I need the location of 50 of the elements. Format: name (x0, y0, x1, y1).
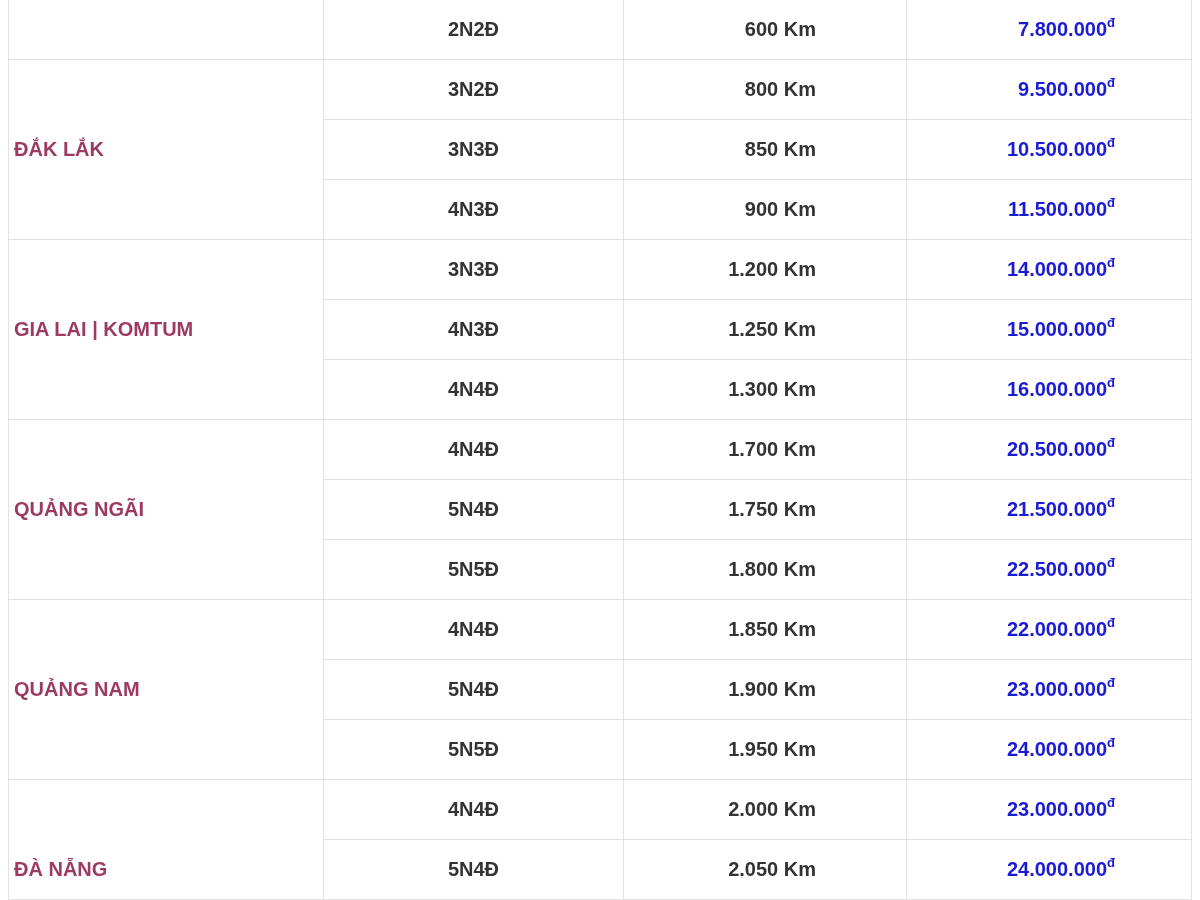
duration-cell: 3N2Đ (323, 59, 624, 120)
region-name: ĐẮK LẮK (14, 138, 104, 161)
price-cell: 16.000.000$^{đ}$ (906, 359, 1192, 420)
price-cell: 22.500.000$^{đ}$ (906, 539, 1192, 600)
price-cell: 11.500.000$^{đ}$ (906, 179, 1192, 240)
price-cell: 21.500.000$^{đ}$ (906, 479, 1192, 540)
price-cell: 10.500.000$^{đ}$ (906, 119, 1192, 180)
distance-cell: 1.200 Km (623, 239, 907, 300)
duration-cell: 3N3Đ (323, 239, 624, 300)
duration-cell: 2N2Đ (323, 0, 624, 60)
distance-cell: 900 Km (623, 179, 907, 240)
distance-cell: 2.050 Km (623, 839, 907, 900)
duration-cell: 5N4Đ (323, 479, 624, 540)
distance-cell: 1.850 Km (623, 599, 907, 660)
price-cell: 23.000.000$^{đ}$ (906, 659, 1192, 720)
distance-cell: 1.750 Km (623, 479, 907, 540)
duration-cell: 4N4Đ (323, 359, 624, 420)
price-cell: 15.000.000$^{đ}$ (906, 299, 1192, 360)
duration-cell: 5N5Đ (323, 539, 624, 600)
duration-cell: 4N4Đ (323, 599, 624, 660)
region-name: ĐÀ NẴNG (14, 858, 108, 881)
duration-cell: 4N3Đ (323, 179, 624, 240)
distance-cell: 1.250 Km (623, 299, 907, 360)
price-cell: 20.500.000$^{đ}$ (906, 419, 1192, 480)
distance-cell: 1.900 Km (623, 659, 907, 720)
distance-cell: 600 Km (623, 0, 907, 60)
price-cell: 9.500.000$^{đ}$ (906, 59, 1192, 120)
duration-cell: 3N3Đ (323, 119, 624, 180)
distance-cell: 2.000 Km (623, 779, 907, 840)
region-name: QUẢNG NAM (14, 678, 140, 701)
distance-cell: 850 Km (623, 119, 907, 180)
region-name: QUẢNG NGÃI (14, 498, 144, 521)
duration-cell: 5N4Đ (323, 659, 624, 720)
duration-cell: 5N4Đ (323, 839, 624, 900)
distance-cell: 1.800 Km (623, 539, 907, 600)
duration-cell: 4N3Đ (323, 299, 624, 360)
price-cell: 7.800.000$^{đ}$ (906, 0, 1192, 60)
duration-cell: 4N4Đ (323, 419, 624, 480)
distance-cell: 1.700 Km (623, 419, 907, 480)
duration-cell: 5N5Đ (323, 719, 624, 780)
distance-cell: 800 Km (623, 59, 907, 120)
price-cell: 22.000.000$^{đ}$ (906, 599, 1192, 660)
price-cell: 14.000.000$^{đ}$ (906, 239, 1192, 300)
price-cell: 23.000.000$^{đ}$ (906, 779, 1192, 840)
price-cell: 24.000.000$^{đ}$ (906, 719, 1192, 780)
duration-cell: 4N4Đ (323, 779, 624, 840)
distance-cell: 1.300 Km (623, 359, 907, 420)
distance-cell: 1.950 Km (623, 719, 907, 780)
region-name: GIA LAI | KOMTUM (14, 318, 194, 341)
price-cell: 24.000.000$^{đ}$ (906, 839, 1192, 900)
